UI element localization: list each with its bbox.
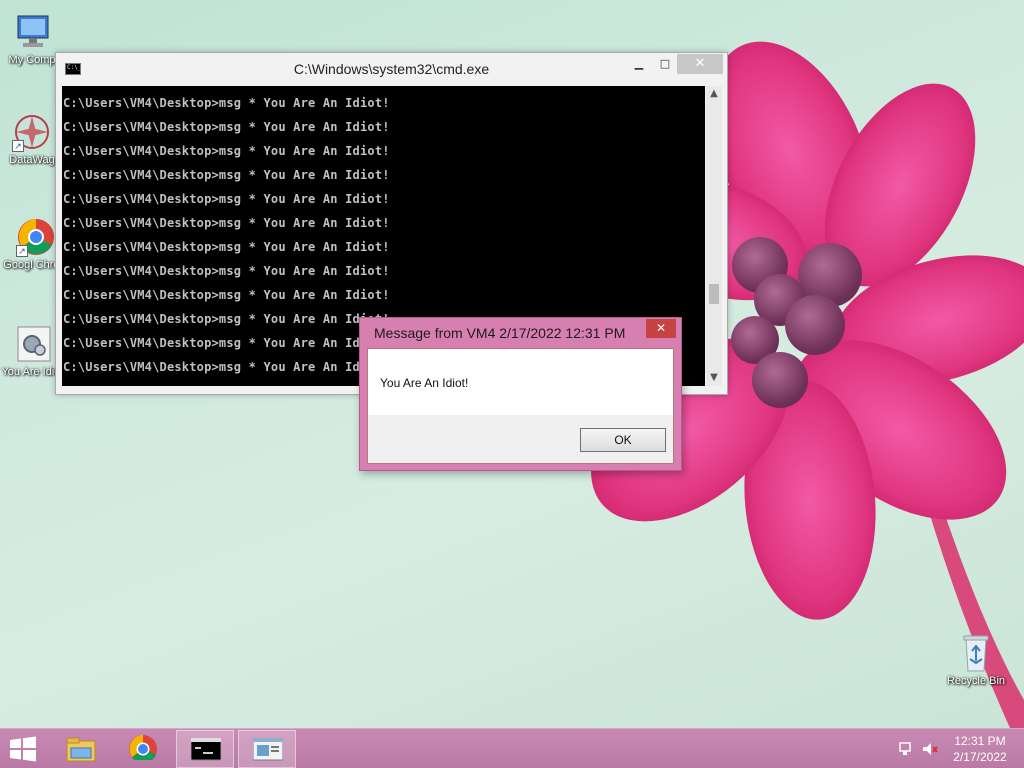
desktop-icon-label: My Comp [8,54,56,66]
message-window-icon [253,738,283,761]
maximize-button[interactable]: □ [653,54,677,74]
start-icon [10,736,36,762]
taskbar-chrome[interactable] [114,730,172,768]
console-line: C:\Users\VM4\Desktop>msg * You Are An Id… [63,216,390,230]
message-dialog-title: Message from VM4 2/17/2022 12:31 PM [374,325,626,341]
console-line: C:\Users\VM4\Desktop>msg * You Are An Id… [63,288,390,302]
minimize-button[interactable]: ▁ [627,54,651,74]
desktop-icon-recycle-bin[interactable]: Recycle Bin [940,633,1012,688]
chrome-icon [129,735,157,760]
console-line: C:\Users\VM4\Desktop>msg * You Are An Id… [63,264,390,278]
recycle-bin-icon [956,633,996,673]
clock-date: 2/17/2022 [953,750,1007,764]
message-dialog-client: You Are An Idiot! OK [367,348,674,464]
network-icon[interactable] [898,742,914,756]
shortcut-arrow-icon: ↗ [12,140,24,152]
chrome-icon: ↗ [16,217,56,257]
scroll-down-arrow-icon[interactable]: ▼ [706,370,722,386]
console-line: C:\Users\VM4\Desktop>msg * You Are An Id… [63,144,390,158]
console-line: C:\Users\VM4\Desktop>msg * You Are An Id… [63,120,390,134]
cmd-icon [191,738,221,761]
volume-muted-icon[interactable] [922,742,938,756]
console-line: C:\Users\VM4\Desktop>msg * You Are An Id… [63,240,390,254]
taskbar-file-explorer[interactable] [52,730,110,768]
taskbar-message-window[interactable] [238,730,296,768]
batch-file-icon [14,324,54,364]
cmd-title-bar[interactable]: C:\_ C:\Windows\system32\cmd.exe ▁ □ ✕ [56,53,727,85]
computer-icon [12,12,52,52]
close-button[interactable]: ✕ [677,54,723,74]
datawag-icon: ↗ [12,112,52,152]
message-text: You Are An Idiot! [380,376,469,390]
file-explorer-icon [66,737,96,762]
desktop-icon-label: DataWag [9,154,55,166]
console-line: C:\Users\VM4\Desktop>msg * You Are An Id… [63,168,390,182]
taskbar-cmd[interactable] [176,730,234,768]
console-line: C:\Users\VM4\Desktop>msg * You Are An Id… [63,192,390,206]
message-body: You Are An Idiot! [368,349,673,415]
console-line: C:\Users\VM4\Desktop>msg * You Are An Id… [63,96,390,110]
start-button[interactable] [8,736,38,762]
scrollbar-thumb[interactable] [709,284,719,304]
ok-button[interactable]: OK [580,428,666,452]
system-clock[interactable]: 12:31 PM 2/17/2022 [944,733,1016,765]
message-dialog[interactable]: Message from VM4 2/17/2022 12:31 PM ✕ Yo… [359,317,682,471]
clock-time: 12:31 PM [954,734,1006,748]
shortcut-arrow-icon: ↗ [16,245,28,257]
vertical-scrollbar[interactable]: ▲ ▼ [706,86,722,386]
scroll-up-arrow-icon[interactable]: ▲ [706,86,722,102]
desktop-icon-label: Recycle Bin [946,675,1006,687]
taskbar: 12:31 PM 2/17/2022 [0,728,1024,768]
message-close-button[interactable]: ✕ [646,319,676,338]
